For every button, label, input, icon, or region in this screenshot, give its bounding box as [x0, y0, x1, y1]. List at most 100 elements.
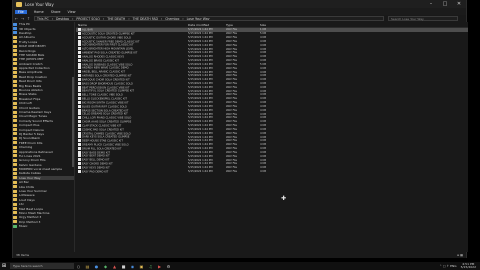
cell-date: 5/15/2022 1:44 PM	[188, 101, 213, 105]
folder-icon	[13, 145, 17, 149]
folder-icon	[13, 75, 17, 79]
cell-date: 5/15/2022 1:44 PM	[188, 43, 213, 47]
cell-size: 4 KB	[260, 93, 266, 97]
folder-icon	[13, 132, 17, 136]
column-name-header[interactable]: Name	[76, 23, 186, 27]
wav-file-icon	[78, 66, 81, 70]
taskbar-app-icon[interactable]: ⚙	[164, 262, 173, 270]
cell-size: 4 KB	[260, 143, 266, 147]
sidebar-item-label: Chord Guitars	[19, 105, 40, 110]
window-title: Lose Your Way	[25, 1, 54, 7]
sidebar-item-label: Chemlog	[19, 145, 33, 150]
address-bar[interactable]: This PC › Desktop › PROJECT SOLO › THE D…	[34, 16, 384, 21]
taskbar-app-icon[interactable]: ○	[74, 262, 83, 270]
view-toggle-icons[interactable]: ≡ ▦	[457, 253, 463, 257]
sidebar-item-label: Cinema Realism Keys	[19, 110, 52, 114]
taskbar-app-icon[interactable]: ▣	[137, 262, 146, 270]
wav-file-icon	[78, 28, 81, 32]
tab-view[interactable]: View	[68, 10, 76, 14]
up-arrow-icon[interactable]: ↑	[26, 16, 31, 21]
cell-date: 5/15/2022 1:44 PM	[188, 70, 213, 74]
column-size-header[interactable]: Size	[250, 23, 268, 27]
cell-size: 4 KB	[260, 78, 266, 82]
sidebar-item-label: All Albums	[19, 35, 35, 40]
file-rows: ALL BAR 5/15/2022 1:44 PM WAV File 1 KB ACCO…	[76, 28, 468, 173]
folder-icon	[13, 176, 17, 180]
taskbar-app-icon[interactable]: ▶	[155, 262, 164, 270]
folder-icon	[13, 70, 17, 74]
wav-file-icon	[78, 77, 81, 81]
column-date-header[interactable]: Date modified	[186, 23, 224, 27]
sidebar-item-label: All Bar	[19, 180, 29, 185]
cell-type: WAV File	[226, 66, 237, 70]
title-bar[interactable]: Lose Your Way – □ ✕	[13, 0, 466, 8]
search-input[interactable]: Search Lose Your Way	[388, 16, 458, 21]
breadcrumb-item[interactable]: This PC	[37, 17, 49, 20]
cell-size: 5 KB	[260, 32, 266, 36]
cell-date: 5/15/2022 1:44 PM	[188, 104, 213, 108]
folder-icon	[13, 163, 17, 167]
wav-file-icon	[78, 104, 81, 108]
wav-file-icon	[78, 85, 81, 89]
sidebar-item[interactable]: Music	[13, 224, 74, 228]
breadcrumb-item[interactable]: Desktop	[56, 17, 69, 20]
sidebar-item-label: Big Boss Beats	[19, 83, 42, 88]
taskbar-app-icon[interactable]: ◆	[101, 262, 110, 270]
cell-date: 5/15/2022 1:44 PM	[188, 120, 213, 124]
wav-file-icon	[78, 116, 81, 120]
breadcrumb-item[interactable]: PROJECT SOLO	[76, 17, 100, 20]
taskbar-app-icon[interactable]: ▲	[110, 262, 119, 270]
column-type-header[interactable]: Type	[224, 23, 250, 27]
sidebar-item-label: Cloud Magic Tunes	[19, 114, 47, 119]
ribbon-tabs: File Home Share View	[13, 8, 466, 15]
cell-date: 5/15/2022 1:44 PM	[188, 59, 213, 63]
wav-file-icon	[78, 112, 81, 116]
taskbar-app-icon[interactable]: ◉	[128, 262, 137, 270]
maximize-button[interactable]: □	[438, 0, 452, 8]
file-list: Name Date modified Type Size ALL BAR 5/15…	[76, 22, 468, 252]
cell-type: WAV File	[226, 150, 237, 154]
taskbar-app-icon[interactable]: ●	[92, 262, 101, 270]
breadcrumb-item[interactable]: Chemlog	[165, 17, 179, 20]
folder-icon	[13, 202, 17, 206]
tray-icons[interactable]: ⌃ □ ↑ ENG	[439, 264, 456, 268]
tab-home[interactable]: Home	[34, 10, 44, 14]
folder-icon	[13, 57, 17, 61]
forward-arrow-icon[interactable]: →	[20, 16, 25, 21]
sidebar-item-label: Lose Your Summer	[19, 189, 47, 194]
status-bar: 38 items ≡ ▦	[13, 252, 466, 258]
breadcrumb-item[interactable]: THE DEATH FAD	[133, 17, 158, 20]
wav-file-icon	[78, 139, 81, 143]
folder-icon	[13, 215, 17, 219]
windows-start-icon[interactable]: ⊞	[0, 262, 8, 270]
cell-type: WAV File	[226, 28, 237, 32]
folder-icon	[13, 49, 17, 53]
cell-size: 4 KB	[260, 158, 266, 162]
back-arrow-icon[interactable]: ←	[14, 16, 19, 21]
cell-size: 4 KB	[260, 135, 266, 139]
breadcrumb-item[interactable]: THE DEATH	[107, 17, 125, 20]
taskbar-app-icon[interactable]: ■	[119, 262, 128, 270]
taskbar-search-input[interactable]: Type here to search	[10, 263, 74, 269]
cell-size: 4 KB	[260, 162, 266, 166]
clock[interactable]: 4:51 PM 5/15/2022	[461, 262, 476, 269]
close-button[interactable]: ✕	[452, 0, 466, 8]
cell-date: 5/15/2022 1:44 PM	[188, 39, 213, 43]
cell-type: WAV File	[226, 162, 237, 166]
folder-icon	[13, 189, 17, 193]
navigation-pane: This PC 3D Objects Desktop All Albums Fruity…	[13, 22, 75, 252]
folder-icon	[13, 119, 17, 123]
sidebar-scrollbar[interactable]	[72, 77, 74, 167]
taskbar-app-icon[interactable]: ▤	[83, 262, 92, 270]
folder-icon	[13, 66, 17, 70]
tab-share[interactable]: Share	[51, 10, 61, 14]
tab-file[interactable]: File	[15, 9, 27, 14]
sidebar-item-label: Bounce Ableton	[19, 88, 43, 93]
table-row[interactable]: EASY PAD DEMO KIT 5/15/2022 1:44 PM WAV Fi…	[76, 169, 468, 174]
taskbar-app-icon[interactable]: ♫	[146, 262, 155, 270]
sidebar-item-label: Breakout Flips	[19, 96, 41, 101]
minimize-button[interactable]: –	[424, 0, 438, 8]
folder-icon	[13, 27, 17, 31]
breadcrumb-item[interactable]: Lose Your Way	[187, 17, 210, 20]
cell-date: 5/15/2022 1:44 PM	[188, 47, 213, 51]
